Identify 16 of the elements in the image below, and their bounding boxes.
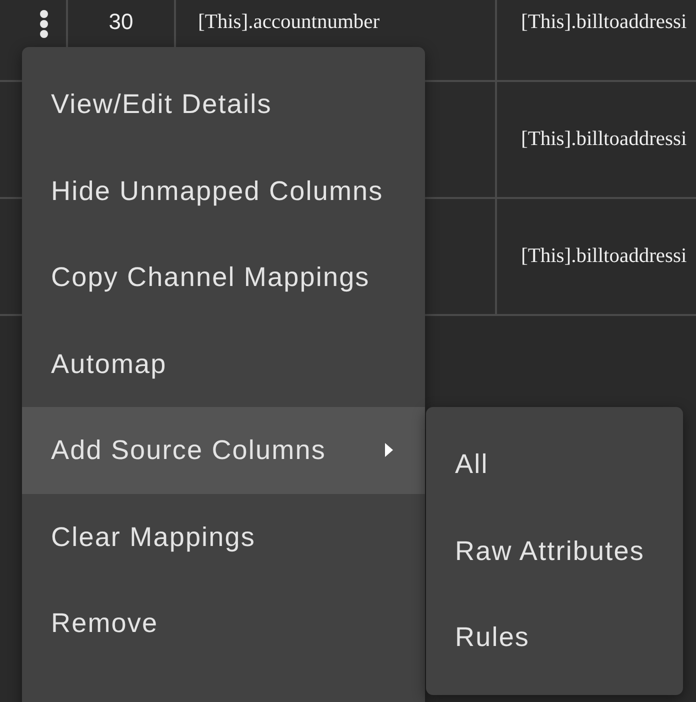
menu-item[interactable]: Rules <box>426 594 683 680</box>
table-cell-text: [This].accountnumber <box>198 10 380 34</box>
table-cell-text: [This].billtoaddressi <box>521 127 687 151</box>
table-cell-text: [This].billtoaddressi <box>521 244 687 268</box>
menu-item[interactable]: Copy Channel Mappings <box>22 234 425 320</box>
table-cell-text: 30 <box>108 10 134 34</box>
menu-item[interactable]: View/Edit Details <box>22 61 425 148</box>
menu-item[interactable]: Clear Mappings <box>22 494 425 580</box>
menu-item[interactable]: Remove <box>22 580 425 666</box>
menu-item[interactable]: Hide Unmapped Columns <box>22 148 425 234</box>
table-cell-text: [This].billtoaddressi <box>521 10 687 34</box>
menu-item[interactable]: Automap <box>22 320 425 407</box>
more-options-icon[interactable] <box>39 10 49 38</box>
menu-item[interactable]: Add Source Columns <box>22 407 425 494</box>
menu-item[interactable]: Raw Attributes <box>426 508 683 594</box>
menu-item[interactable]: All <box>426 421 683 508</box>
